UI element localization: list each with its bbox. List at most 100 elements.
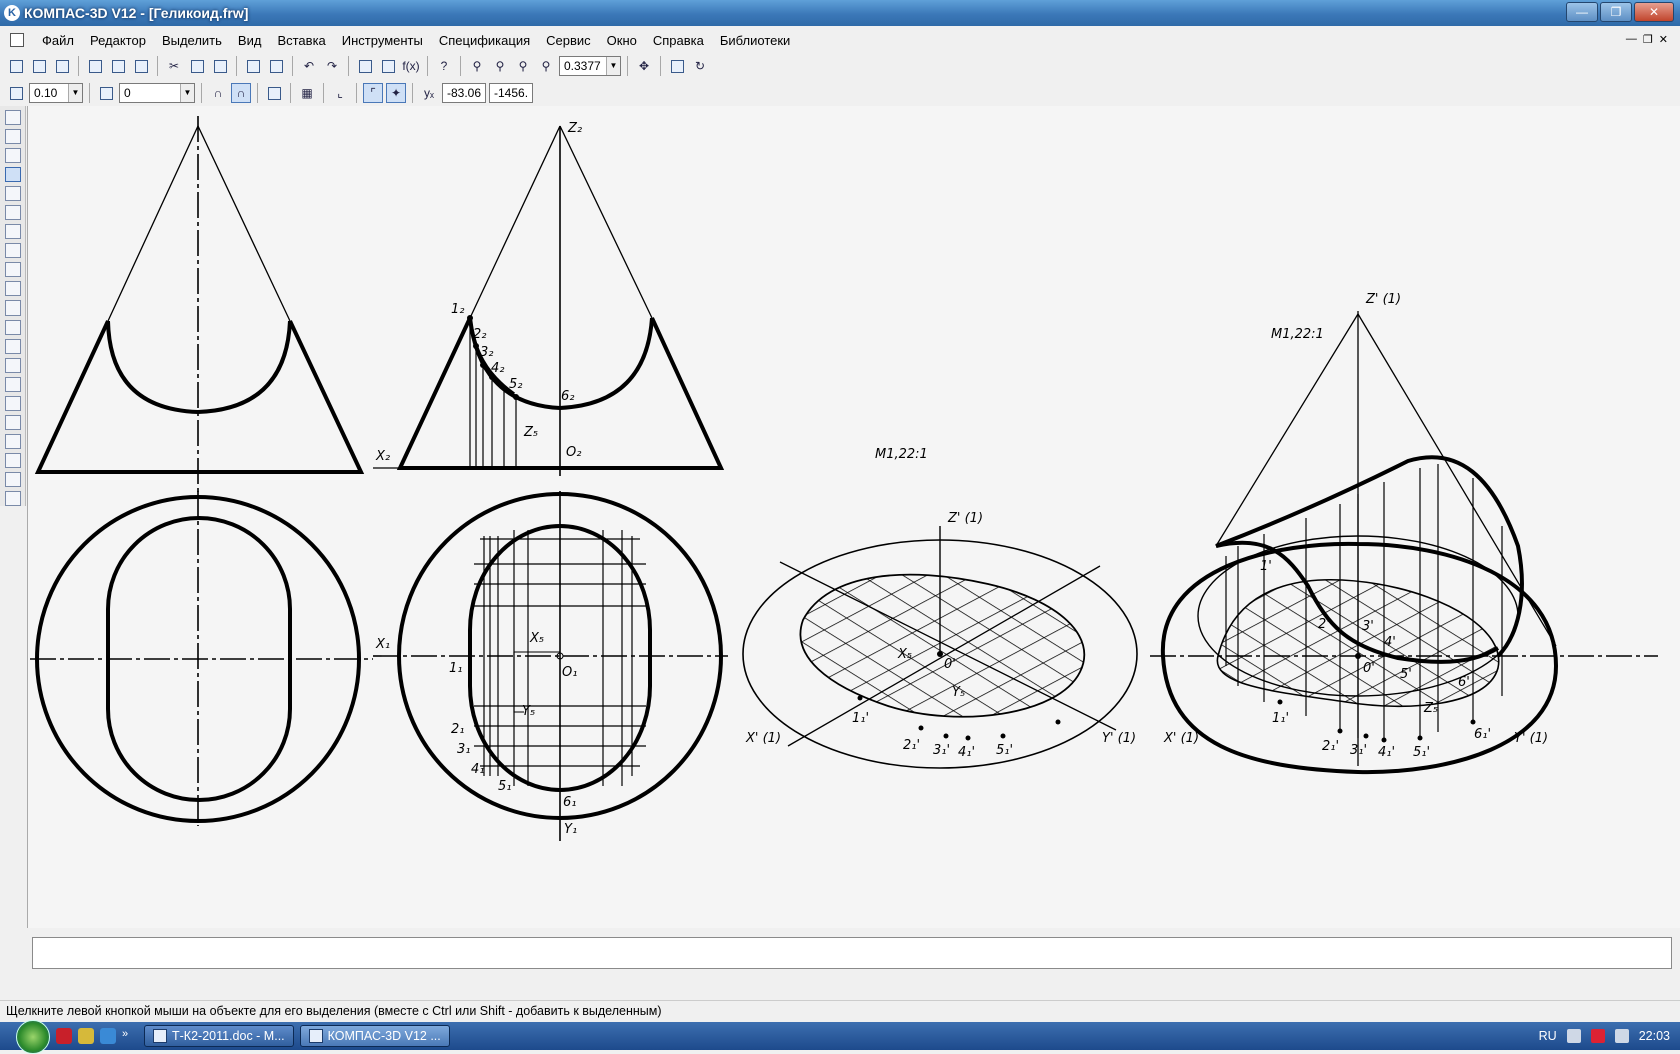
symmetry-tool-icon[interactable]	[4, 357, 21, 373]
open-file-icon[interactable]	[29, 56, 49, 76]
maximize-button[interactable]: ❐	[1600, 2, 1632, 22]
clock[interactable]: 22:03	[1639, 1029, 1670, 1043]
mdi-minimize-icon[interactable]: —	[1626, 33, 1637, 46]
geometry-tool-icon[interactable]	[4, 110, 21, 126]
properties-icon[interactable]	[266, 56, 286, 76]
close-button[interactable]: ✕	[1634, 2, 1674, 22]
cursor-y-field[interactable]: -1456.	[489, 83, 533, 103]
antivirus-icon[interactable]	[1590, 1029, 1605, 1043]
task-kompas[interactable]: КОМПАС-3D V12 ...	[299, 1025, 450, 1047]
scale-tool-icon[interactable]	[4, 338, 21, 354]
kompas-app-icon[interactable]: K	[4, 5, 20, 21]
regenerate-icon[interactable]	[667, 56, 687, 76]
break-tool-icon[interactable]	[4, 433, 21, 449]
menu-tools[interactable]: Инструменты	[334, 33, 431, 48]
chevron-right-icon[interactable]: »	[122, 1028, 138, 1044]
menu-insert[interactable]: Вставка	[269, 33, 333, 48]
label-xb: X' (1)	[1163, 731, 1199, 746]
command-line-panel[interactable]	[32, 937, 1672, 969]
variables-icon[interactable]: f(x)	[401, 56, 421, 76]
network-icon[interactable]	[1566, 1029, 1581, 1043]
insert-tool-icon[interactable]	[4, 281, 21, 297]
editing-tool-icon[interactable]	[4, 167, 21, 183]
drawing-svg[interactable]: Z₂ X₂ O₂ Z₅ 1₂ 2₂ 3₂ 4₂ 5₂ 6₂ X₁ O₁ Y₁ X…	[28, 106, 1680, 928]
parametric-icon[interactable]	[264, 83, 284, 103]
label-pa2: 2₁'	[903, 738, 920, 753]
start-button[interactable]	[16, 1020, 50, 1054]
local-snap-icon[interactable]: ∩	[231, 83, 251, 103]
menu-window[interactable]: Окно	[599, 33, 645, 48]
menu-specification[interactable]: Спецификация	[431, 33, 538, 48]
step-field[interactable]: 0.10 ▼	[29, 83, 83, 103]
copy-tool-icon[interactable]	[4, 376, 21, 392]
format-brush-icon[interactable]	[243, 56, 263, 76]
manager-icon[interactable]	[355, 56, 375, 76]
snap-settings-icon[interactable]: ✦	[386, 83, 406, 103]
paste-icon[interactable]	[210, 56, 230, 76]
quicklaunch-app-icon[interactable]	[78, 1028, 94, 1044]
language-indicator[interactable]: RU	[1539, 1029, 1557, 1043]
rotate-tool-icon[interactable]	[4, 319, 21, 335]
task-word-document[interactable]: Т-К2-2011.doc - М...	[144, 1025, 294, 1047]
print-icon[interactable]	[85, 56, 105, 76]
new-file-icon[interactable]	[6, 56, 26, 76]
chevron-down-icon[interactable]: ▼	[180, 84, 194, 102]
menu-help[interactable]: Справка	[645, 33, 712, 48]
ortho-mode-icon[interactable]: ⌜	[363, 83, 383, 103]
zoom-all-icon[interactable]: ⚲	[513, 56, 533, 76]
cut-icon[interactable]: ✂	[164, 56, 184, 76]
grid-icon[interactable]: ▦	[297, 83, 317, 103]
delete-tool-icon[interactable]	[4, 452, 21, 468]
clean-tool-icon[interactable]	[4, 471, 21, 487]
trim-tool-icon[interactable]	[4, 414, 21, 430]
undo-icon[interactable]: ↶	[299, 56, 319, 76]
minimize-button[interactable]: —	[1566, 2, 1598, 22]
redo-icon[interactable]: ↷	[322, 56, 342, 76]
chevron-down-icon[interactable]: ▼	[606, 57, 620, 75]
document-icon[interactable]	[10, 33, 24, 47]
explode-tool-icon[interactable]	[4, 490, 21, 506]
refresh-icon[interactable]: ↻	[690, 56, 710, 76]
drawing-canvas[interactable]: Z₂ X₂ O₂ Z₅ 1₂ 2₂ 3₂ 4₂ 5₂ 6₂ X₁ O₁ Y₁ X…	[27, 106, 1680, 928]
dimensions-tool-icon[interactable]	[4, 129, 21, 145]
snap-magnet-icon[interactable]: ∩	[208, 83, 228, 103]
layer-value: 0	[124, 86, 131, 100]
mdi-close-icon[interactable]: ✕	[1659, 33, 1668, 46]
zoom-scale-icon[interactable]: ⚲	[536, 56, 556, 76]
print-preview-icon[interactable]	[108, 56, 128, 76]
label-oa: 0'	[944, 657, 956, 672]
zoom-field[interactable]: 0.3377 ▼	[559, 56, 621, 76]
pan-icon[interactable]: ✥	[634, 56, 654, 76]
menu-libraries[interactable]: Библиотеки	[712, 33, 798, 48]
local-cs-icon[interactable]: ⌞	[330, 83, 350, 103]
menu-edit[interactable]: Редактор	[82, 33, 154, 48]
designations-tool-icon[interactable]	[4, 148, 21, 164]
layer-field[interactable]: 0 ▼	[119, 83, 195, 103]
zoom-in-icon[interactable]: ⚲	[490, 56, 510, 76]
reports-tool-icon[interactable]	[4, 262, 21, 278]
step-icon[interactable]	[6, 83, 26, 103]
library-manager-icon[interactable]	[378, 56, 398, 76]
internet-explorer-icon[interactable]	[100, 1028, 116, 1044]
zoom-window-icon[interactable]: ⚲	[467, 56, 487, 76]
opera-icon[interactable]	[56, 1028, 72, 1044]
move-tool-icon[interactable]	[4, 300, 21, 316]
volume-icon[interactable]	[1614, 1029, 1629, 1043]
menu-service[interactable]: Сервис	[538, 33, 599, 48]
deform-tool-icon[interactable]	[4, 395, 21, 411]
export-icon[interactable]	[131, 56, 151, 76]
menu-select[interactable]: Выделить	[154, 33, 230, 48]
layers-icon[interactable]	[96, 83, 116, 103]
cursor-x-field[interactable]: -83.06	[442, 83, 486, 103]
chevron-down-icon[interactable]: ▼	[68, 84, 82, 102]
select-tool-icon[interactable]	[4, 224, 21, 240]
menu-file[interactable]: Файл	[34, 33, 82, 48]
mdi-restore-icon[interactable]: ❐	[1643, 33, 1653, 46]
help-cursor-icon[interactable]: ?	[434, 56, 454, 76]
menu-view[interactable]: Вид	[230, 33, 270, 48]
save-icon[interactable]	[52, 56, 72, 76]
spec-tool-icon[interactable]	[4, 243, 21, 259]
parametrization-tool-icon[interactable]	[4, 186, 21, 202]
measure-tool-icon[interactable]	[4, 205, 21, 221]
copy-icon[interactable]	[187, 56, 207, 76]
